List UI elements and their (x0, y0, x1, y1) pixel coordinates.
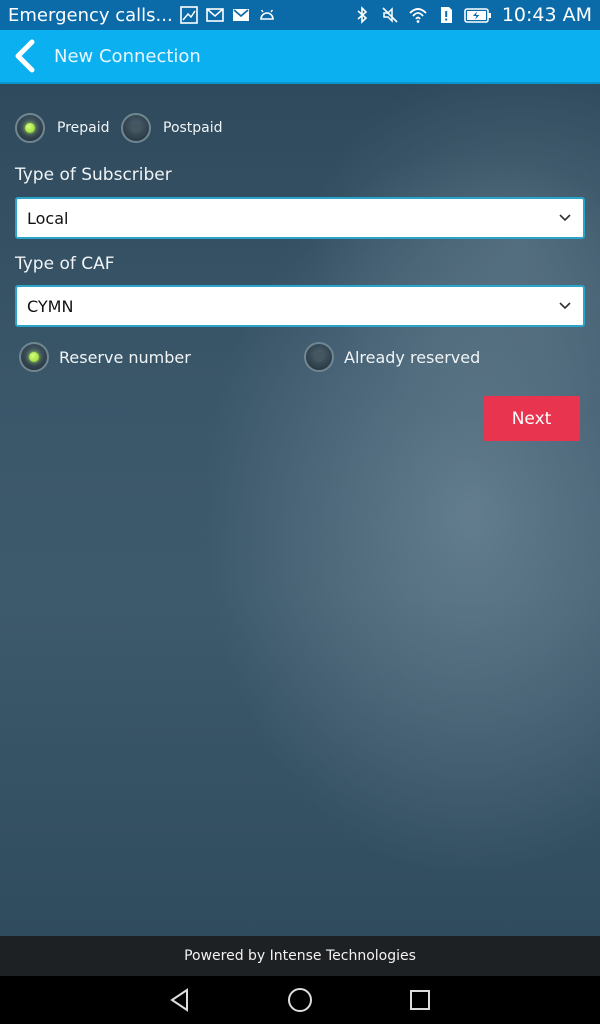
reserve-number-option[interactable]: Reserve number (19, 342, 191, 372)
email-icon (205, 5, 225, 25)
footer-text: Powered by Intense Technologies (184, 948, 416, 964)
back-button[interactable] (0, 29, 50, 83)
status-time: 10:43 AM (501, 4, 592, 26)
next-button[interactable]: Next (483, 396, 580, 441)
subscriber-type-label: Type of Subscriber (15, 165, 172, 185)
status-left: Emergency calls... (8, 5, 352, 26)
subscriber-type-select[interactable]: Local (15, 197, 585, 239)
recents-nav-icon (410, 990, 430, 1010)
gallery-icon (179, 5, 199, 25)
home-nav-icon (288, 988, 312, 1012)
nav-home-button[interactable] (280, 980, 320, 1020)
postpaid-option[interactable]: Postpaid (121, 113, 223, 143)
caf-type-value: CYMN (27, 296, 74, 316)
back-arrow-icon (15, 39, 35, 73)
prepaid-radio[interactable] (15, 113, 45, 143)
nav-back-button[interactable] (160, 980, 200, 1020)
page-title: New Connection (54, 45, 201, 67)
reserve-number-radio[interactable] (19, 342, 49, 372)
battery-charging-icon (464, 5, 492, 25)
sim-alert-icon (436, 5, 456, 25)
already-reserved-label: Already reserved (344, 347, 481, 367)
caf-type-label: Type of CAF (15, 254, 115, 274)
back-nav-icon (170, 988, 188, 1012)
nav-recents-button[interactable] (400, 980, 440, 1020)
subscriber-type-value: Local (27, 208, 69, 228)
gmail-icon (231, 5, 251, 25)
already-reserved-radio[interactable] (304, 342, 334, 372)
footer: Powered by Intense Technologies (0, 936, 600, 976)
bluetooth-icon (352, 5, 372, 25)
main-content: Prepaid Postpaid Type of Subscriber Loca… (0, 84, 600, 936)
mute-icon (380, 5, 400, 25)
chevron-down-icon (559, 211, 573, 225)
wifi-icon (408, 5, 428, 25)
prepaid-label: Prepaid (57, 120, 110, 136)
postpaid-label: Postpaid (163, 120, 223, 136)
notification-text: Emergency calls... (8, 4, 173, 26)
status-right: 10:43 AM (352, 4, 592, 26)
postpaid-radio[interactable] (121, 113, 151, 143)
chevron-down-icon (559, 299, 573, 313)
status-bar: Emergency calls... 10:43 AM (0, 0, 600, 30)
navigation-bar (0, 976, 600, 1024)
already-reserved-option[interactable]: Already reserved (304, 342, 480, 372)
reserve-number-label: Reserve number (59, 347, 191, 367)
caf-type-select[interactable]: CYMN (15, 285, 585, 327)
android-icon (257, 5, 277, 25)
prepaid-option[interactable]: Prepaid (15, 113, 110, 143)
app-bar: New Connection (0, 30, 600, 84)
